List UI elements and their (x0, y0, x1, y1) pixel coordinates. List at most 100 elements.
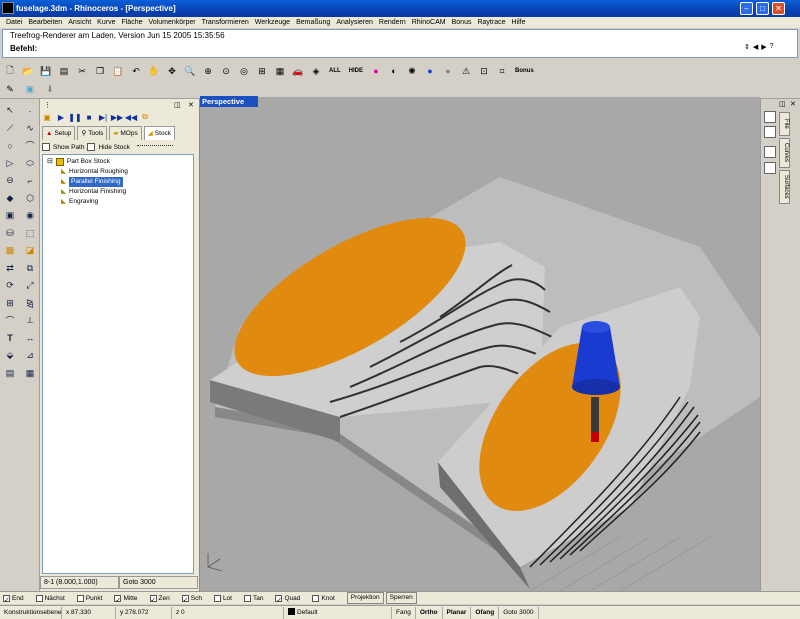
menu-hilfe[interactable]: Hilfe (508, 17, 528, 28)
print-icon[interactable]: ▤ (56, 63, 72, 79)
menu-volumenkoerper[interactable]: Volumenkörper (145, 17, 198, 28)
offset-icon[interactable]: ⊖ (1, 172, 19, 190)
text-icon[interactable]: T (1, 330, 19, 348)
fast-forward-icon[interactable]: ▶▶ (111, 112, 123, 122)
minimize-button[interactable]: ‒ (740, 2, 753, 15)
stop-icon[interactable]: ■ (84, 112, 94, 122)
shade-icon[interactable]: ◈ (308, 63, 324, 79)
right-pin-icon[interactable]: ◫ (779, 100, 786, 108)
layer-icon[interactable]: ▤ (1, 365, 19, 383)
export-panel-icon[interactable] (764, 162, 776, 174)
edit-pencil-icon[interactable]: ✎ (2, 81, 18, 97)
new-file-icon[interactable]: 🗋 (2, 63, 18, 79)
light-icon[interactable]: ✺ (404, 63, 420, 79)
zoom-window-icon[interactable]: ⊕ (200, 63, 216, 79)
stock-icon[interactable]: ▣ (22, 81, 38, 97)
close-button[interactable]: ✕ (772, 2, 785, 15)
machine-icon[interactable]: ▣ (42, 112, 52, 122)
osnap-lot-checkbox[interactable] (213, 594, 221, 602)
paste-icon[interactable]: 📋 (110, 63, 126, 79)
side-tab-surfaces[interactable]: Surfaces (779, 170, 790, 204)
move-icon[interactable]: ⇄ (1, 260, 19, 278)
sphere-render-icon[interactable]: ● (422, 63, 438, 79)
osnap-zen-checkbox[interactable]: ✓ (149, 594, 157, 604)
command-back-icon[interactable]: ◀ (753, 43, 758, 55)
step-forward-icon[interactable]: ▶| (98, 112, 108, 122)
ellipse-icon[interactable]: ⬭ (21, 155, 39, 173)
sphere-shaded-icon[interactable]: ● (440, 63, 456, 79)
command-forward-icon[interactable]: ▶ (761, 43, 766, 55)
menu-kurve[interactable]: Kurve (94, 17, 118, 28)
hide-button[interactable]: HIDE (346, 63, 366, 79)
arc-icon[interactable]: ⌒ (21, 137, 39, 155)
menu-rhinocam[interactable]: RhinoCAM (409, 17, 449, 28)
boolean-icon[interactable]: ◪ (21, 242, 39, 260)
tab-tools[interactable]: ⚲ Tools (77, 126, 108, 140)
menu-datei[interactable]: Datei (3, 17, 25, 28)
panel-pin-icon[interactable]: ◫ (174, 101, 181, 109)
export-icon[interactable]: ⧉ (140, 112, 150, 122)
osnap-naechst[interactable]: Nächst (35, 594, 75, 602)
command-options-icon[interactable]: ? (770, 43, 774, 55)
command-scroll-icon[interactable]: ⇕ (744, 43, 750, 55)
open-file-icon[interactable]: 📂 (20, 63, 36, 79)
speed-slider[interactable] (136, 145, 173, 149)
cylinder-icon[interactable]: ⛁ (1, 225, 19, 243)
rhino-app-icon[interactable] (2, 2, 14, 14)
zoom-extents-icon[interactable]: ⊙ (218, 63, 234, 79)
lock-button[interactable]: Sperren (385, 592, 417, 604)
tree-item-engraving[interactable]: ◣ Engraving (47, 197, 189, 207)
menu-ansicht[interactable]: Ansicht (65, 17, 94, 28)
menu-transformieren[interactable]: Transformieren (199, 17, 252, 28)
rewind-icon[interactable]: ◀◀ (125, 112, 137, 122)
panel-grip-icon[interactable]: ⋮ (44, 101, 51, 109)
circle-icon[interactable]: ○ (1, 137, 19, 155)
zoom-icon[interactable]: 🔍 (182, 63, 198, 79)
render-tool-icon[interactable]: ▦ (21, 365, 39, 383)
view-4-icon[interactable]: ⊞ (254, 63, 270, 79)
bonus-button[interactable]: Bonus (512, 63, 537, 79)
point-icon[interactable]: · (21, 102, 39, 120)
maximize-button[interactable]: □ (756, 2, 769, 15)
show-all-button[interactable]: ALL (326, 63, 344, 79)
save-icon[interactable]: 💾 (38, 63, 54, 79)
analyze-icon[interactable]: ⊿ (21, 347, 39, 365)
split-icon[interactable]: ⟂ (21, 312, 39, 330)
curve-icon[interactable]: ∿ (21, 120, 39, 138)
osnap-sch[interactable]: ✓ Sch (181, 594, 212, 604)
osnap-quad[interactable]: ✓ Quad (275, 594, 310, 604)
pause-icon[interactable]: ❚❚ (68, 112, 81, 122)
osnap-punkt[interactable]: Punkt (76, 594, 113, 602)
menu-bearbeiten[interactable]: Bearbeiten (25, 17, 65, 28)
tree-root[interactable]: ⊟ Part Box Stock (47, 157, 189, 167)
menu-bemassung[interactable]: Bemaßung (293, 17, 333, 28)
menu-bonus[interactable]: Bonus (449, 17, 475, 28)
rotate-view-icon[interactable]: ✥ (164, 63, 180, 79)
select-arrow-icon[interactable]: ↖ (1, 102, 19, 120)
polygon-icon[interactable]: ▷ (1, 155, 19, 173)
rotate-icon[interactable]: ⟳ (1, 277, 19, 295)
box-icon[interactable]: ▣ (1, 207, 19, 225)
render-car-icon[interactable]: 🚗 (290, 63, 306, 79)
tab-setup[interactable]: ▲ Setup (42, 126, 76, 140)
play-icon[interactable]: ▶ (56, 112, 66, 122)
menu-analysieren[interactable]: Analysieren (333, 17, 376, 28)
viewport-title[interactable]: Perspective (200, 96, 258, 107)
menu-rendern[interactable]: Rendern (376, 17, 409, 28)
extrude-icon[interactable]: ⬚ (21, 225, 39, 243)
tab-stock[interactable]: ◢ Stock (143, 126, 175, 140)
undo-icon[interactable]: ↶ (128, 63, 144, 79)
osnap-zen[interactable]: ✓ Zen (149, 594, 180, 604)
group-icon[interactable]: ⬙ (1, 347, 19, 365)
copy-object-icon[interactable]: ⧉ (21, 260, 39, 278)
mesh-icon[interactable]: ▩ (1, 242, 19, 260)
material-icon[interactable]: ◐ (386, 63, 402, 79)
command-input[interactable] (48, 43, 738, 54)
status-snap[interactable]: Fang (392, 606, 416, 619)
osnap-mitte-checkbox[interactable]: ✓ (114, 594, 122, 604)
panel-close-icon[interactable]: ✕ (188, 101, 194, 109)
menu-flaeche[interactable]: Fläche (118, 17, 145, 28)
side-tab-file[interactable]: File (779, 112, 790, 136)
perspective-viewport[interactable] (200, 97, 760, 591)
import-panel-icon[interactable] (764, 146, 776, 158)
